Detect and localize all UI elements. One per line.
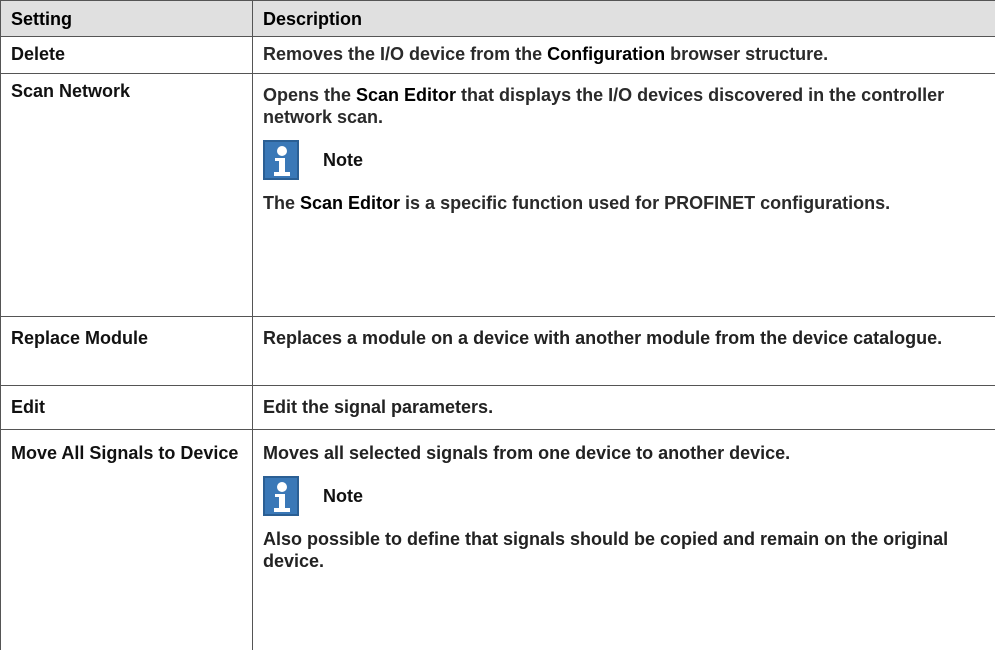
description-scan-network: Opens the Scan Editor that displays the … (253, 74, 995, 316)
desc-paragraph: Moves all selected signals from one devi… (263, 443, 791, 463)
table-row: Scan Network Opens the Scan Editor that … (0, 74, 995, 317)
setting-scan-network: Scan Network (0, 74, 253, 316)
note-label: Note (323, 150, 363, 170)
info-note-icon (263, 476, 299, 516)
header-description: Description (263, 9, 363, 29)
table-row: Edit Edit the signal parameters. (0, 386, 995, 430)
table-row: Move All Signals to Device Moves all sel… (0, 430, 995, 650)
note-paragraph: The Scan Editor is a specific function u… (263, 193, 891, 213)
note-block: Note (263, 476, 989, 516)
header-setting: Setting (0, 1, 253, 36)
note-label: Note (323, 486, 363, 506)
setting-move-all-signals: Move All Signals to Device (0, 430, 253, 650)
settings-table: Setting Description Delete Removes the I… (0, 0, 995, 650)
setting-edit: Edit (0, 386, 253, 429)
table-row: Replace Module Replaces a module on a de… (0, 317, 995, 386)
desc-bold: Configuration (547, 44, 666, 64)
info-note-icon (263, 140, 299, 180)
description-move-all-signals: Moves all selected signals from one devi… (253, 430, 995, 650)
description-edit: Edit the signal parameters. (263, 397, 494, 417)
note-block: Note (263, 140, 989, 180)
note-paragraph: Also possible to define that signals sho… (263, 529, 949, 571)
description-replace-module: Replaces a module on a device with anoth… (263, 328, 943, 348)
setting-replace-module: Replace Module (0, 317, 253, 385)
desc-paragraph: Opens the Scan Editor that displays the … (263, 85, 945, 127)
table-header: Setting Description (0, 0, 995, 37)
desc-text: Removes the I/O device from the (263, 44, 548, 64)
desc-text: browser structure. (665, 44, 829, 64)
table-row: Delete Removes the I/O device from the C… (0, 37, 995, 74)
setting-delete: Delete (0, 37, 253, 73)
description-delete: Removes the I/O device from the Configur… (253, 37, 995, 73)
